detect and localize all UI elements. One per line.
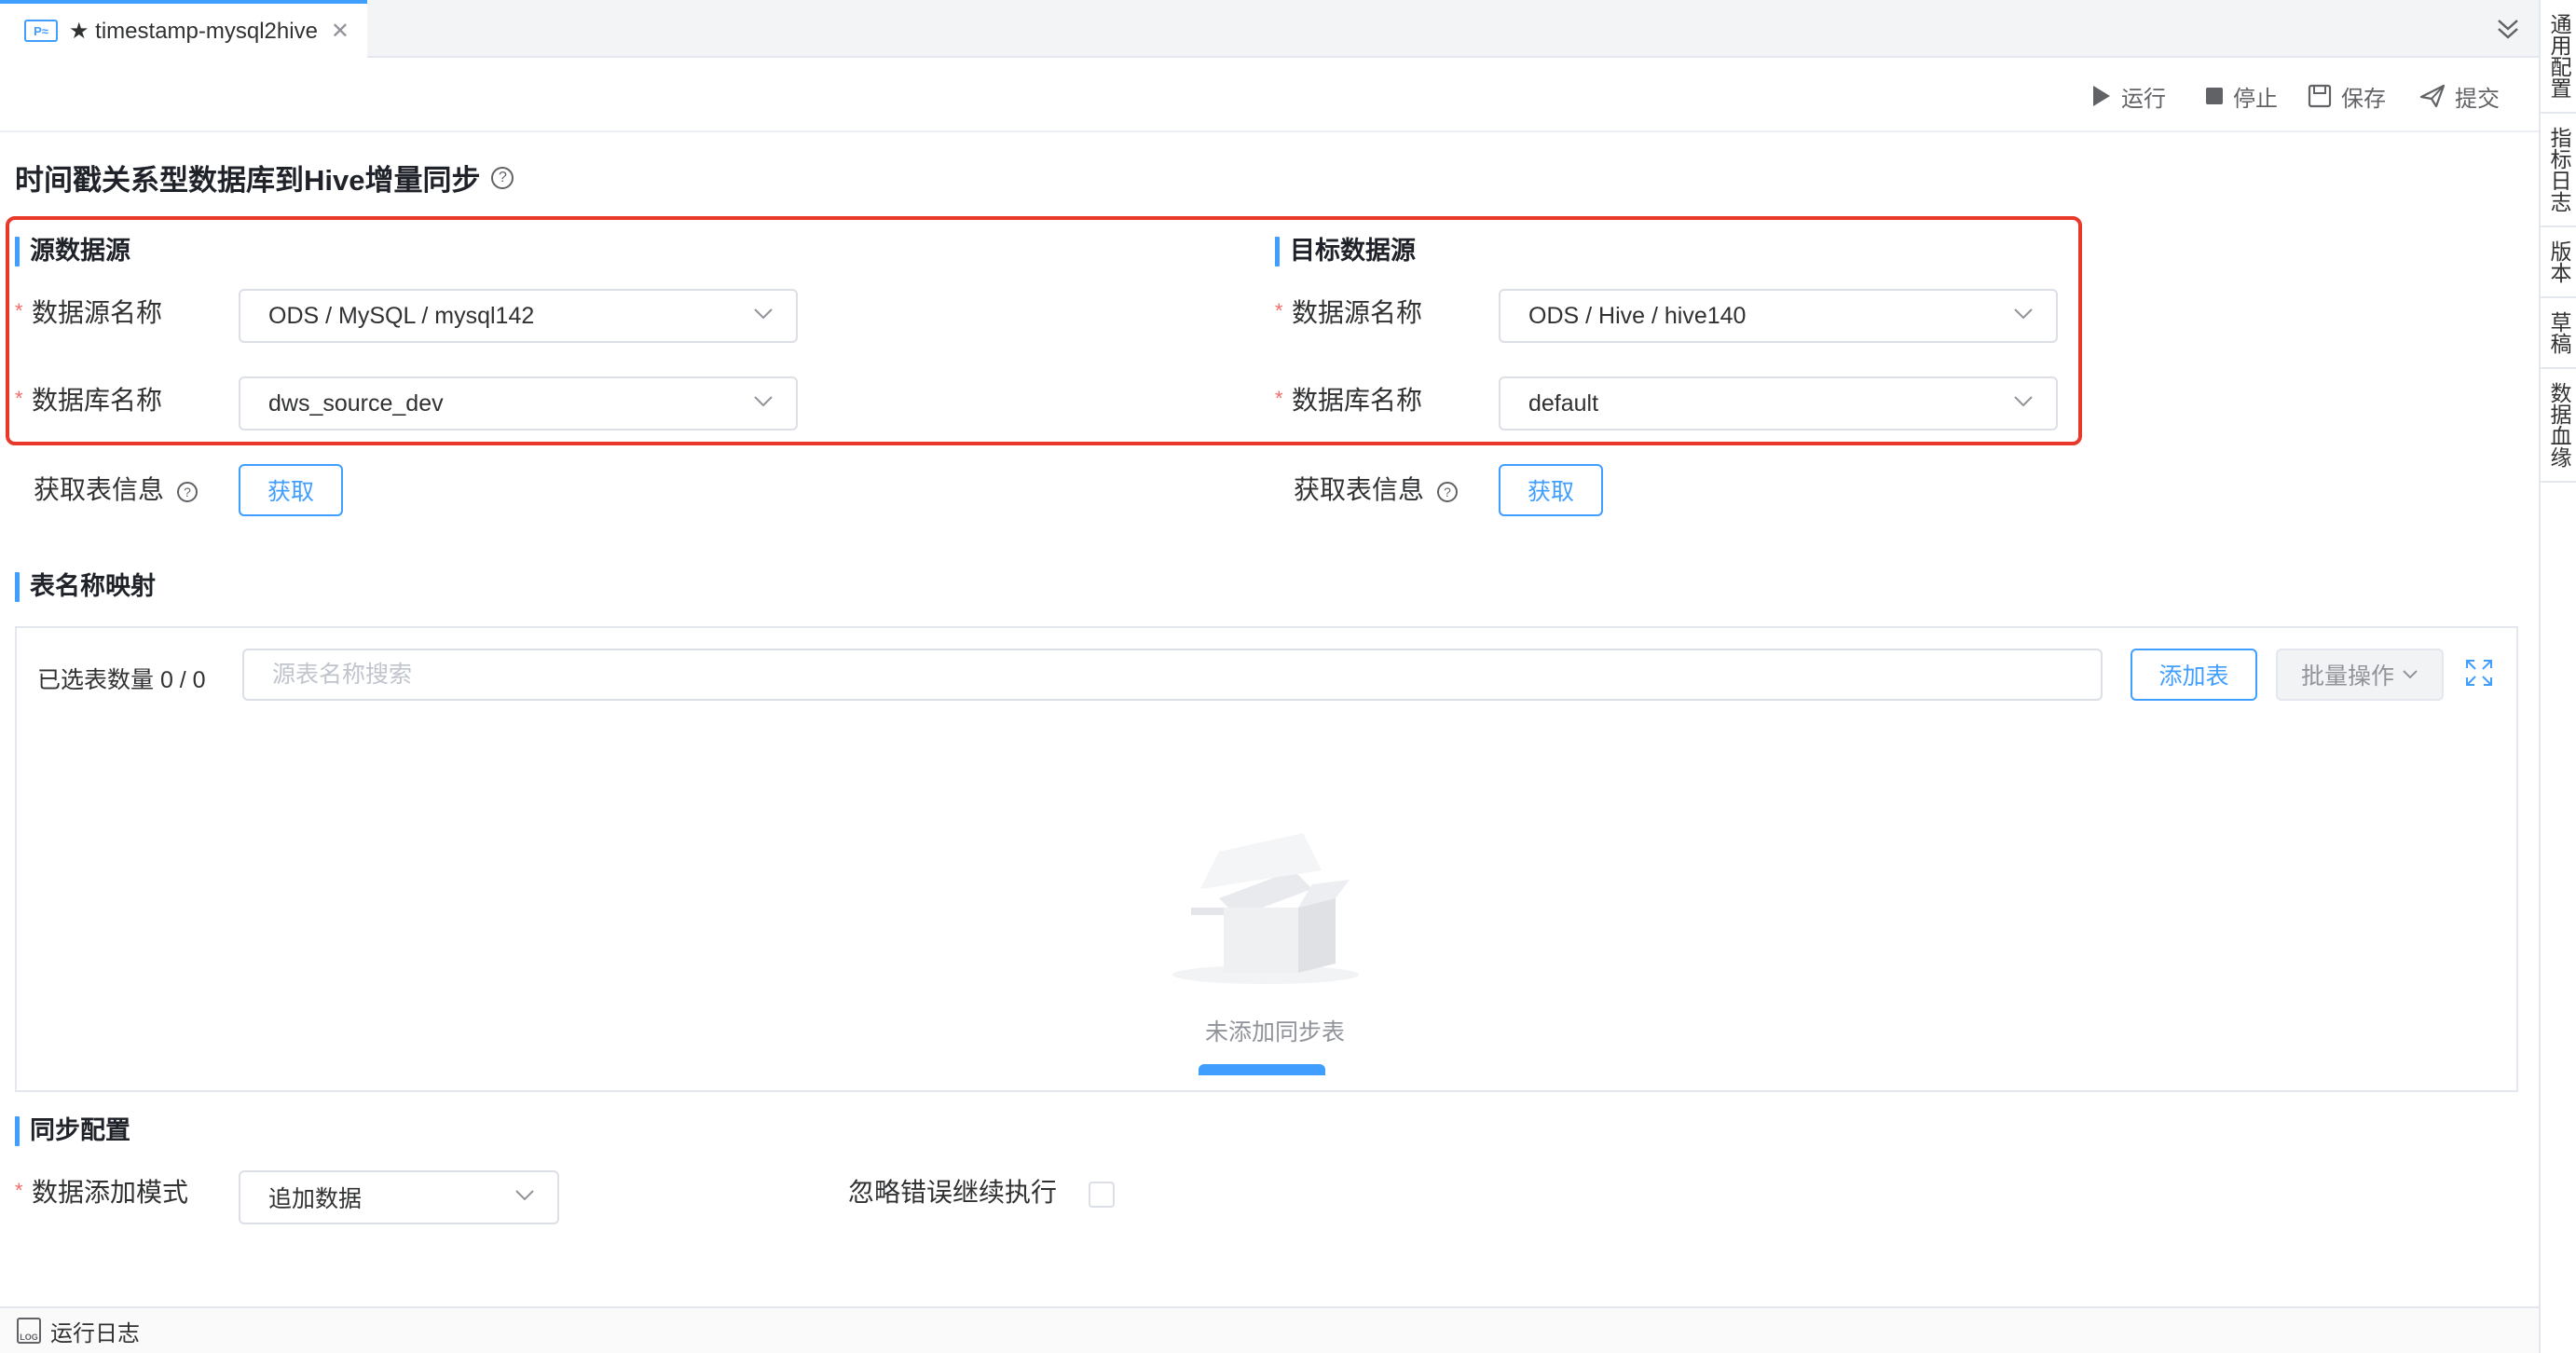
stop-button[interactable]: 停止 bbox=[2205, 80, 2278, 112]
target-section-heading: 目标数据源 bbox=[1275, 235, 1416, 266]
required-mark: * bbox=[15, 387, 23, 410]
target-datasource-value: ODS / Hive / hive140 bbox=[1528, 302, 1747, 329]
target-database-label: * 数据库名称 bbox=[1275, 382, 1422, 419]
sidebar-item-label: 指标日志 bbox=[2547, 127, 2571, 212]
chevron-down-icon bbox=[754, 396, 773, 407]
sidebar-item-version[interactable]: 版本 bbox=[2541, 227, 2576, 298]
sidebar-item-label: 通用配置 bbox=[2547, 13, 2571, 99]
close-icon[interactable]: ✕ bbox=[331, 18, 349, 45]
sidebar-item-label: 草稿 bbox=[2547, 311, 2571, 354]
run-log-tab[interactable]: 运行日志 bbox=[50, 1315, 140, 1347]
right-sidebar: 通用配置 指标日志 版本 草稿 数据血缘 bbox=[2539, 0, 2576, 1353]
add-table-button[interactable]: 添加表 bbox=[2131, 649, 2257, 701]
source-datasource-label: * 数据源名称 bbox=[15, 294, 162, 332]
required-mark: * bbox=[1275, 299, 1283, 322]
toolbar: 运行 停止 保存 提交 bbox=[0, 60, 2539, 132]
batch-operation-button[interactable]: 批量操作 bbox=[2276, 649, 2444, 701]
source-table-search-input[interactable] bbox=[242, 649, 2103, 701]
bottom-bar: LOG 运行日志 bbox=[0, 1306, 2539, 1353]
empty-box-icon bbox=[1172, 833, 1359, 984]
chevron-down-icon bbox=[2403, 670, 2418, 679]
chevron-down-icon bbox=[2014, 396, 2033, 407]
ignore-errors-label: 忽略错误继续执行 bbox=[848, 1178, 1058, 1207]
page-title-text: 时间戳关系型数据库到Hive增量同步 bbox=[15, 164, 481, 197]
target-fetch-label: 获取表信息? bbox=[1294, 472, 1459, 509]
run-label: 运行 bbox=[2121, 86, 2166, 112]
sidebar-item-label: 数据血缘 bbox=[2547, 382, 2571, 468]
pipeline-icon: P≈ bbox=[24, 20, 58, 42]
source-database-select[interactable]: dws_source_dev bbox=[239, 376, 798, 430]
play-icon bbox=[2093, 86, 2110, 106]
save-label: 保存 bbox=[2341, 86, 2386, 112]
target-datasource-select[interactable]: ODS / Hive / hive140 bbox=[1499, 289, 2058, 343]
sidebar-item-general-config[interactable]: 通用配置 bbox=[2541, 0, 2576, 114]
source-database-label: * 数据库名称 bbox=[15, 382, 162, 419]
log-icon: LOG bbox=[17, 1318, 41, 1344]
fullscreen-icon[interactable] bbox=[2464, 658, 2494, 688]
source-section-heading: 源数据源 bbox=[15, 235, 130, 266]
sync-section-heading: 同步配置 bbox=[15, 1114, 130, 1146]
ignore-errors-checkbox[interactable] bbox=[1089, 1182, 1115, 1208]
sidebar-item-label: 版本 bbox=[2547, 240, 2571, 283]
chevron-down-icon bbox=[2014, 308, 2033, 320]
source-fetch-button[interactable]: 获取 bbox=[239, 464, 343, 516]
chevron-double-down-icon[interactable] bbox=[2494, 15, 2522, 43]
tab-title: ★ timestamp-mysql2hive bbox=[69, 18, 318, 44]
help-icon[interactable]: ? bbox=[1437, 481, 1459, 502]
empty-state-indicator bbox=[1199, 1064, 1325, 1075]
required-mark: * bbox=[1275, 387, 1283, 410]
target-database-select[interactable]: default bbox=[1499, 376, 2058, 430]
target-fetch-button[interactable]: 获取 bbox=[1499, 464, 1603, 516]
sync-mode-value: 追加数据 bbox=[268, 1186, 363, 1212]
submit-label: 提交 bbox=[2455, 86, 2500, 112]
page-title: 时间戳关系型数据库到Hive增量同步 ? bbox=[15, 157, 514, 198]
run-button[interactable]: 运行 bbox=[2091, 80, 2166, 112]
sync-mode-select[interactable]: 追加数据 bbox=[239, 1170, 559, 1224]
sidebar-item-draft[interactable]: 草稿 bbox=[2541, 298, 2576, 369]
source-datasource-select[interactable]: ODS / MySQL / mysql142 bbox=[239, 289, 798, 343]
chevron-down-icon bbox=[754, 308, 773, 320]
required-mark: * bbox=[15, 1179, 23, 1202]
tab-timestamp-mysql2hive[interactable]: P≈ ★ timestamp-mysql2hive ✕ bbox=[0, 0, 367, 58]
help-icon[interactable]: ? bbox=[177, 481, 199, 502]
source-fetch-label: 获取表信息? bbox=[34, 472, 199, 509]
mapping-section-heading: 表名称映射 bbox=[15, 570, 156, 602]
sidebar-item-data-lineage[interactable]: 数据血缘 bbox=[2541, 369, 2576, 483]
stop-icon bbox=[2206, 88, 2223, 104]
chevron-down-icon bbox=[515, 1190, 534, 1201]
save-button[interactable]: 保存 bbox=[2308, 80, 2386, 112]
tab-bar: P≈ ★ timestamp-mysql2hive ✕ bbox=[0, 0, 2539, 58]
save-icon bbox=[2308, 84, 2332, 108]
sidebar-item-metric-log[interactable]: 指标日志 bbox=[2541, 114, 2576, 227]
sync-mode-label: * 数据添加模式 bbox=[15, 1174, 188, 1211]
required-mark: * bbox=[15, 299, 23, 322]
source-datasource-value: ODS / MySQL / mysql142 bbox=[268, 302, 535, 329]
selected-table-count: 已选表数量 0 / 0 bbox=[37, 667, 206, 693]
stop-label: 停止 bbox=[2233, 86, 2278, 112]
table-mapping-panel: 已选表数量 0 / 0 添加表 批量操作 未添加同步表 bbox=[15, 626, 2518, 1092]
send-icon bbox=[2419, 84, 2446, 108]
help-icon[interactable]: ? bbox=[491, 166, 514, 189]
target-datasource-label: * 数据源名称 bbox=[1275, 294, 1422, 332]
target-database-value: default bbox=[1528, 390, 1599, 417]
empty-state-text: 未添加同步表 bbox=[1204, 1019, 1345, 1046]
submit-button[interactable]: 提交 bbox=[2419, 80, 2500, 112]
batch-operation-label: 批量操作 bbox=[2300, 663, 2394, 690]
source-database-value: dws_source_dev bbox=[268, 390, 444, 417]
